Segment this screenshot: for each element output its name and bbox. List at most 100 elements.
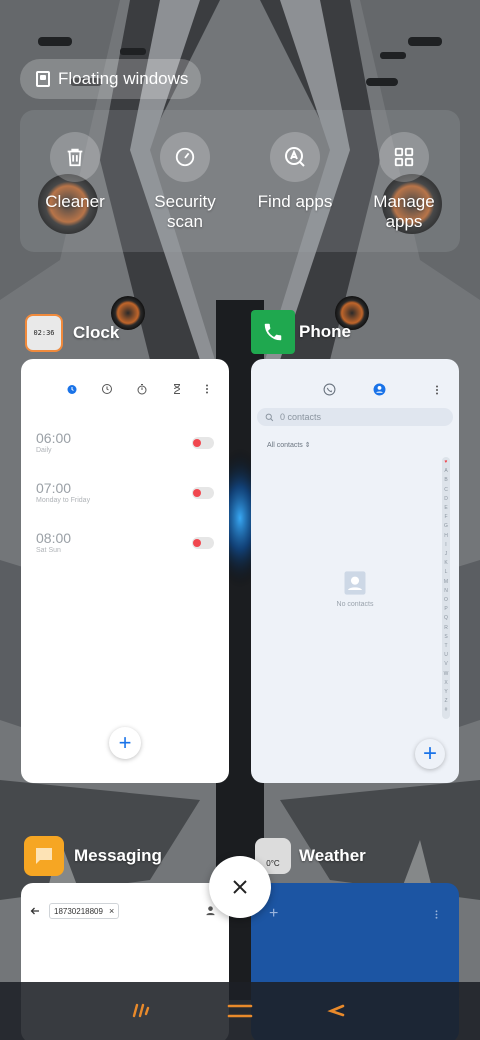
phone-app-icon — [251, 310, 295, 354]
alphabet-index-letter[interactable]: C — [444, 486, 448, 495]
back-button[interactable] — [316, 996, 356, 1026]
messaging-app-icon — [24, 836, 64, 876]
navigation-bar — [0, 982, 480, 1040]
recents-button[interactable] — [120, 996, 160, 1026]
alarm-toggle[interactable] — [192, 537, 214, 549]
alarm-icon[interactable] — [66, 383, 78, 395]
alphabet-index-letter[interactable]: J — [445, 550, 448, 559]
weather-app-header[interactable]: 0°C Weather — [255, 838, 366, 874]
world-clock-icon[interactable] — [101, 383, 113, 395]
alphabet-index-letter[interactable]: I — [445, 541, 446, 550]
phone-app-header[interactable]: Phone — [251, 310, 351, 354]
chat-bubble-icon — [36, 848, 52, 864]
alphabet-index-letter[interactable]: P — [444, 605, 447, 614]
clear-all-button[interactable] — [209, 856, 271, 918]
find-apps-icon — [270, 132, 320, 182]
alphabet-index-letter[interactable]: N — [444, 587, 448, 596]
alarm-toggle[interactable] — [192, 437, 214, 449]
phone-app-card[interactable]: 0 contacts All contacts ⇕ ♥ A B C D E F G H I J K L M… — [251, 359, 459, 783]
security-scan-button[interactable]: Security scan — [130, 132, 240, 232]
clock-app-title: Clock — [73, 323, 120, 342]
contact-filter-dropdown[interactable]: All contacts ⇕ — [267, 441, 311, 449]
alphabet-index-letter[interactable]: K — [444, 559, 447, 568]
plus-icon: + — [118, 730, 132, 755]
alphabet-index-letter[interactable]: T — [444, 642, 447, 651]
timer-icon[interactable] — [171, 383, 183, 395]
alphabet-index-letter[interactable]: L — [445, 568, 448, 577]
alphabet-index-letter[interactable]: U — [444, 651, 448, 660]
manage-apps-button[interactable]: Manage apps — [349, 132, 459, 232]
home-icon — [227, 1004, 253, 1018]
alphabet-index-letter[interactable]: B — [444, 476, 447, 485]
alphabet-index-letter[interactable]: H — [444, 532, 448, 541]
phone-handset-icon — [264, 323, 282, 341]
clock-app-icon: 02:36 — [25, 314, 63, 352]
alphabet-index-letter[interactable]: Z — [444, 697, 447, 706]
security-gauge-icon — [160, 132, 210, 182]
add-alarm-button[interactable]: + — [109, 727, 141, 759]
empty-contacts-label: No contacts — [336, 601, 374, 608]
call-log-icon[interactable] — [323, 383, 336, 396]
weather-app-title: Weather — [299, 846, 366, 865]
alphabet-index-letter[interactable]: S — [444, 633, 447, 642]
alarm-row[interactable]: 08:00 Sat Sun — [36, 530, 214, 564]
alarm-time: 08:00 — [36, 530, 72, 546]
cleaner-button[interactable]: Cleaner — [20, 132, 130, 212]
alphabet-index-letter[interactable]: R — [444, 624, 448, 633]
trash-icon — [50, 132, 100, 182]
alphabet-index-letter[interactable]: A — [444, 467, 447, 476]
close-icon — [233, 880, 247, 894]
contact-search-input[interactable]: 0 contacts — [257, 408, 453, 426]
alarm-toggle[interactable] — [192, 487, 214, 499]
sort-icon: ⇕ — [304, 442, 311, 449]
cleaner-label: Cleaner — [45, 192, 105, 211]
security-scan-label: Security scan — [154, 192, 216, 231]
recipient-chip[interactable]: 18730218809 × — [49, 903, 120, 919]
alarm-time: 06:00 — [36, 430, 72, 446]
contacts-icon[interactable] — [373, 383, 386, 396]
clock-app-header[interactable]: 02:36 Clock — [25, 314, 119, 352]
plus-icon: + — [422, 740, 437, 767]
alarm-repeat: Monday to Friday — [36, 497, 91, 504]
messaging-app-header[interactable]: Messaging — [24, 836, 162, 876]
alphabet-index-letter[interactable]: M — [444, 578, 448, 587]
alphabet-index-letter[interactable]: Q — [444, 614, 448, 623]
find-apps-label: Find apps — [257, 192, 333, 211]
remove-recipient-icon[interactable]: × — [109, 906, 114, 916]
clock-app-card[interactable]: 06:00 Daily 07:00 Monday to Friday 08:00… — [21, 359, 229, 783]
floating-windows-button[interactable]: Floating windows — [20, 59, 201, 99]
contact-card-icon — [344, 571, 366, 595]
alphabet-index[interactable]: ♥ A B C D E F G H I J K L M N O P Q R S T U V W X Y Z # — [442, 457, 450, 719]
contact-picker-icon[interactable] — [205, 905, 216, 916]
alphabet-index-letter[interactable]: Y — [444, 688, 447, 697]
more-options-icon[interactable] — [434, 909, 439, 920]
more-options-icon[interactable] — [204, 383, 210, 395]
more-options-icon[interactable] — [434, 384, 440, 396]
find-apps-button[interactable]: Find apps — [240, 132, 350, 212]
quick-actions-panel: Cleaner Security scan Find apps Manage app… — [20, 110, 460, 252]
messaging-app-title: Messaging — [74, 846, 162, 865]
alphabet-index-letter[interactable]: F — [444, 513, 447, 522]
alphabet-index-letter[interactable]: # — [445, 706, 448, 715]
recents-icon — [132, 1003, 150, 1018]
alarm-row[interactable]: 07:00 Monday to Friday — [36, 480, 214, 514]
back-arrow-icon[interactable] — [29, 905, 41, 917]
alphabet-index-letter[interactable]: V — [444, 660, 447, 669]
alarm-row[interactable]: 06:00 Daily — [36, 430, 214, 464]
alphabet-index-letter[interactable]: E — [444, 504, 447, 513]
stopwatch-icon[interactable] — [136, 383, 148, 395]
add-contact-button[interactable]: + — [415, 739, 445, 769]
alphabet-index-letter[interactable]: ♥ — [445, 458, 448, 467]
grid-icon — [379, 132, 429, 182]
alphabet-index-letter[interactable]: O — [444, 596, 448, 605]
home-button[interactable] — [220, 996, 260, 1026]
alarm-repeat: Sat Sun — [36, 547, 61, 554]
clock-tab-bar — [21, 381, 229, 397]
alphabet-index-letter[interactable]: X — [444, 679, 447, 688]
alphabet-index-letter[interactable]: W — [444, 670, 449, 679]
alphabet-index-letter[interactable]: D — [444, 495, 448, 504]
floating-window-icon — [36, 71, 50, 87]
alphabet-index-letter[interactable]: G — [444, 522, 448, 531]
recipient-number: 18730218809 — [54, 906, 103, 916]
add-city-icon[interactable]: + — [269, 905, 278, 923]
